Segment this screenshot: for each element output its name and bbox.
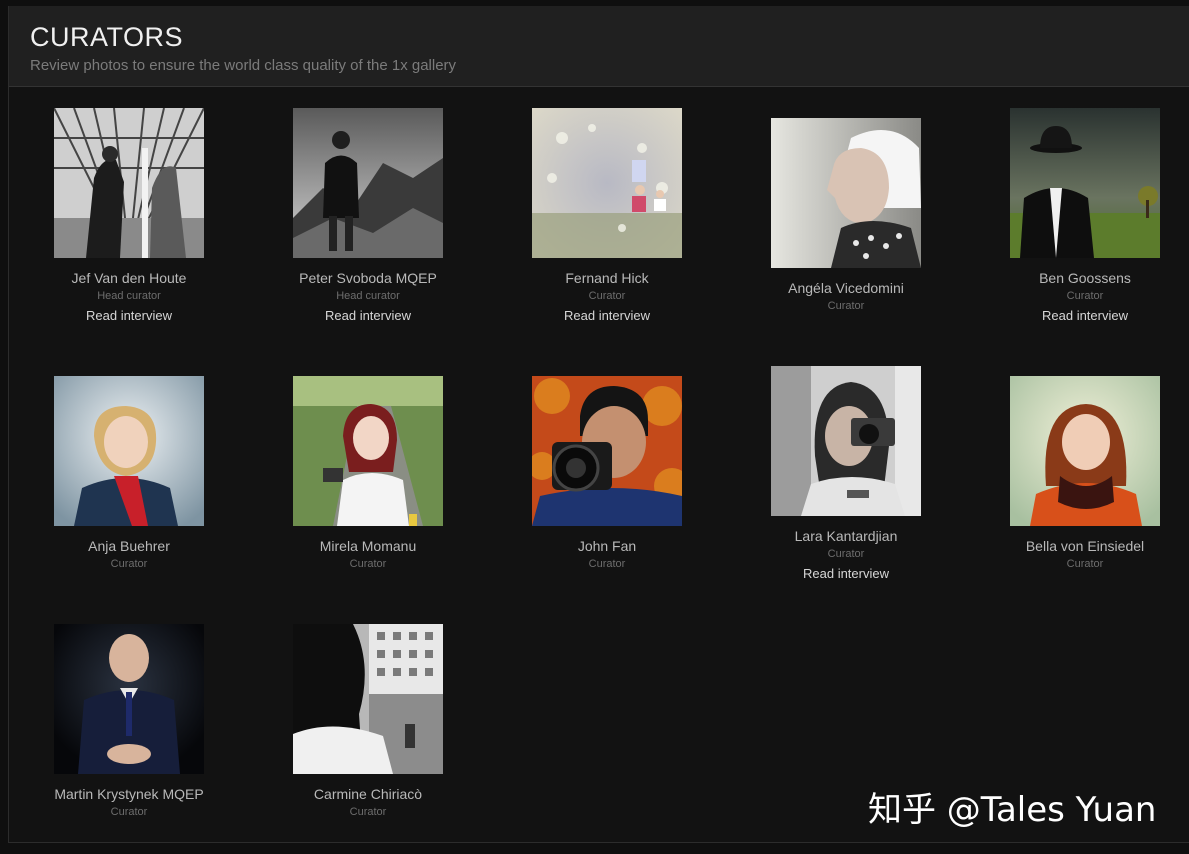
curator-card: Lara Kantardjian Curator Read interview [746,366,946,582]
curator-photo[interactable] [54,376,204,526]
curator-photo[interactable] [532,108,682,258]
curator-photo[interactable] [293,108,443,258]
curator-card: Martin Krystynek MQEP Curator [29,624,229,819]
curator-card: Fernand Hick Curator Read interview [507,108,707,324]
curator-role: Curator [349,558,387,570]
curator-role: Curator [110,558,148,570]
curator-role: Head curator [336,290,400,302]
page-title: CURATORS [30,22,184,52]
curator-card: John Fan Curator [507,376,707,571]
curator-photo[interactable] [532,376,682,526]
read-interview-link[interactable]: Read interview [268,308,468,324]
read-interview-link[interactable]: Read interview [746,566,946,582]
curator-role: Curator [588,290,626,302]
watermark-text: 知乎 @Tales Yuan [868,790,1157,830]
curator-name[interactable]: Bella von Einsiedel [985,538,1185,555]
curator-photo[interactable] [54,624,204,774]
curator-role: Curator [588,558,626,570]
curator-photo[interactable] [771,118,921,268]
curator-name[interactable]: Mirela Momanu [268,538,468,555]
curator-name[interactable]: Carmine Chiriacò [268,786,468,803]
read-interview-link[interactable]: Read interview [29,308,229,324]
read-interview-link[interactable]: Read interview [507,308,707,324]
curator-name[interactable]: Angéla Vicedomini [746,280,946,297]
curator-name[interactable]: Anja Buehrer [29,538,229,555]
curator-photo[interactable] [1010,108,1160,258]
curator-card: Angéla Vicedomini Curator [746,118,946,313]
curator-photo[interactable] [54,108,204,258]
curator-role: Head curator [97,290,161,302]
curator-card: Jef Van den Houte Head curator Read inte… [29,108,229,324]
curator-name[interactable]: Martin Krystynek MQEP [29,786,229,803]
curator-name[interactable]: Ben Goossens [985,270,1185,287]
curator-card: Peter Svoboda MQEP Head curator Read int… [268,108,468,324]
curator-name[interactable]: Fernand Hick [507,270,707,287]
curator-role: Curator [110,806,148,818]
curator-card: Mirela Momanu Curator [268,376,468,571]
curator-name[interactable]: Peter Svoboda MQEP [268,270,468,287]
curator-card: Carmine Chiriacò Curator [268,624,468,819]
read-interview-link[interactable]: Read interview [985,308,1185,324]
curator-card: Anja Buehrer Curator [29,376,229,571]
curator-photo[interactable] [293,624,443,774]
curator-photo[interactable] [293,376,443,526]
curator-role: Curator [1066,290,1104,302]
curator-role: Curator [827,548,865,560]
page-subtitle: Review photos to ensure the world class … [30,57,457,74]
curator-photo[interactable] [771,366,921,516]
page-header: CURATORS Review photos to ensure the wor… [9,6,1189,87]
curator-card: Bella von Einsiedel Curator [985,376,1185,571]
curator-role: Curator [349,806,387,818]
curator-role: Curator [827,300,865,312]
curator-role: Curator [1066,558,1104,570]
curator-card: Ben Goossens Curator Read interview [985,108,1185,324]
curator-name[interactable]: Jef Van den Houte [29,270,229,287]
curator-name[interactable]: Lara Kantardjian [746,528,946,545]
curator-photo[interactable] [1010,376,1160,526]
curator-name[interactable]: John Fan [507,538,707,555]
